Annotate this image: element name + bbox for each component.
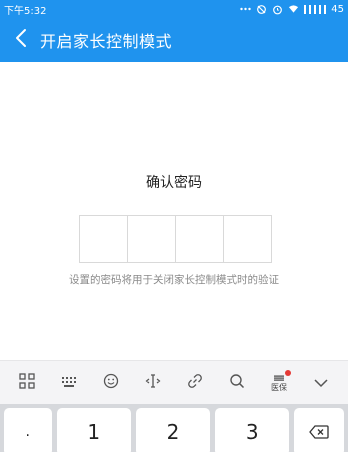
link-button[interactable] xyxy=(179,367,211,399)
collapse-keyboard-button[interactable] xyxy=(305,367,337,399)
sync-icon xyxy=(256,4,267,15)
confirm-password-heading: 确认密码 xyxy=(146,175,202,191)
pin-input[interactable] xyxy=(79,215,272,263)
cursor-icon xyxy=(145,373,161,393)
wifi-icon xyxy=(288,4,299,15)
search-icon xyxy=(229,373,245,393)
search-button[interactable] xyxy=(221,367,253,399)
pin-box[interactable] xyxy=(128,216,176,262)
back-arrow-icon xyxy=(15,28,27,52)
alarm-icon xyxy=(272,4,283,15)
key-3[interactable]: 3 xyxy=(215,408,290,452)
apps-grid-button[interactable] xyxy=(11,367,43,399)
medical-insurance-icon: 医保 xyxy=(271,374,287,392)
page-title: 开启家长控制模式 xyxy=(40,32,173,51)
signal-icon xyxy=(304,4,327,15)
back-button[interactable] xyxy=(4,18,38,62)
pin-box[interactable] xyxy=(224,216,271,262)
key-2[interactable]: 2 xyxy=(135,408,211,452)
keyboard-icon xyxy=(61,373,77,392)
keyboard-keys: . 1 2 3 xyxy=(0,404,348,452)
status-icons: 45 xyxy=(240,4,344,15)
keyboard-toolbar: 医保 xyxy=(0,360,348,404)
key-1[interactable]: 1 xyxy=(56,408,131,452)
status-time: 下午5:32 xyxy=(4,5,47,17)
app-bar: 开启家长控制模式 xyxy=(0,18,348,62)
battery-level: 45 xyxy=(331,3,344,15)
link-icon xyxy=(187,373,203,393)
emoji-icon xyxy=(103,373,119,393)
medical-insurance-button[interactable]: 医保 xyxy=(263,367,295,399)
key-dot[interactable]: . xyxy=(4,408,52,452)
more-dots-icon xyxy=(240,4,251,15)
backspace-icon xyxy=(309,420,329,444)
chevron-down-icon xyxy=(313,373,329,392)
main-content: 确认密码 设置的密码将用于关闭家长控制模式时的验证 xyxy=(0,62,348,360)
medical-insurance-label: 医保 xyxy=(271,382,287,392)
pin-box[interactable] xyxy=(176,216,224,262)
keyboard-layout-button[interactable] xyxy=(53,367,85,399)
emoji-button[interactable] xyxy=(95,367,127,399)
grid-icon xyxy=(19,372,35,393)
notification-dot xyxy=(285,369,291,376)
cursor-move-button[interactable] xyxy=(137,367,169,399)
password-hint: 设置的密码将用于关闭家长控制模式时的验证 xyxy=(69,274,279,286)
pin-box[interactable] xyxy=(80,216,128,262)
status-bar: 下午5:32 45 xyxy=(0,0,348,18)
delete-key[interactable] xyxy=(294,408,344,452)
